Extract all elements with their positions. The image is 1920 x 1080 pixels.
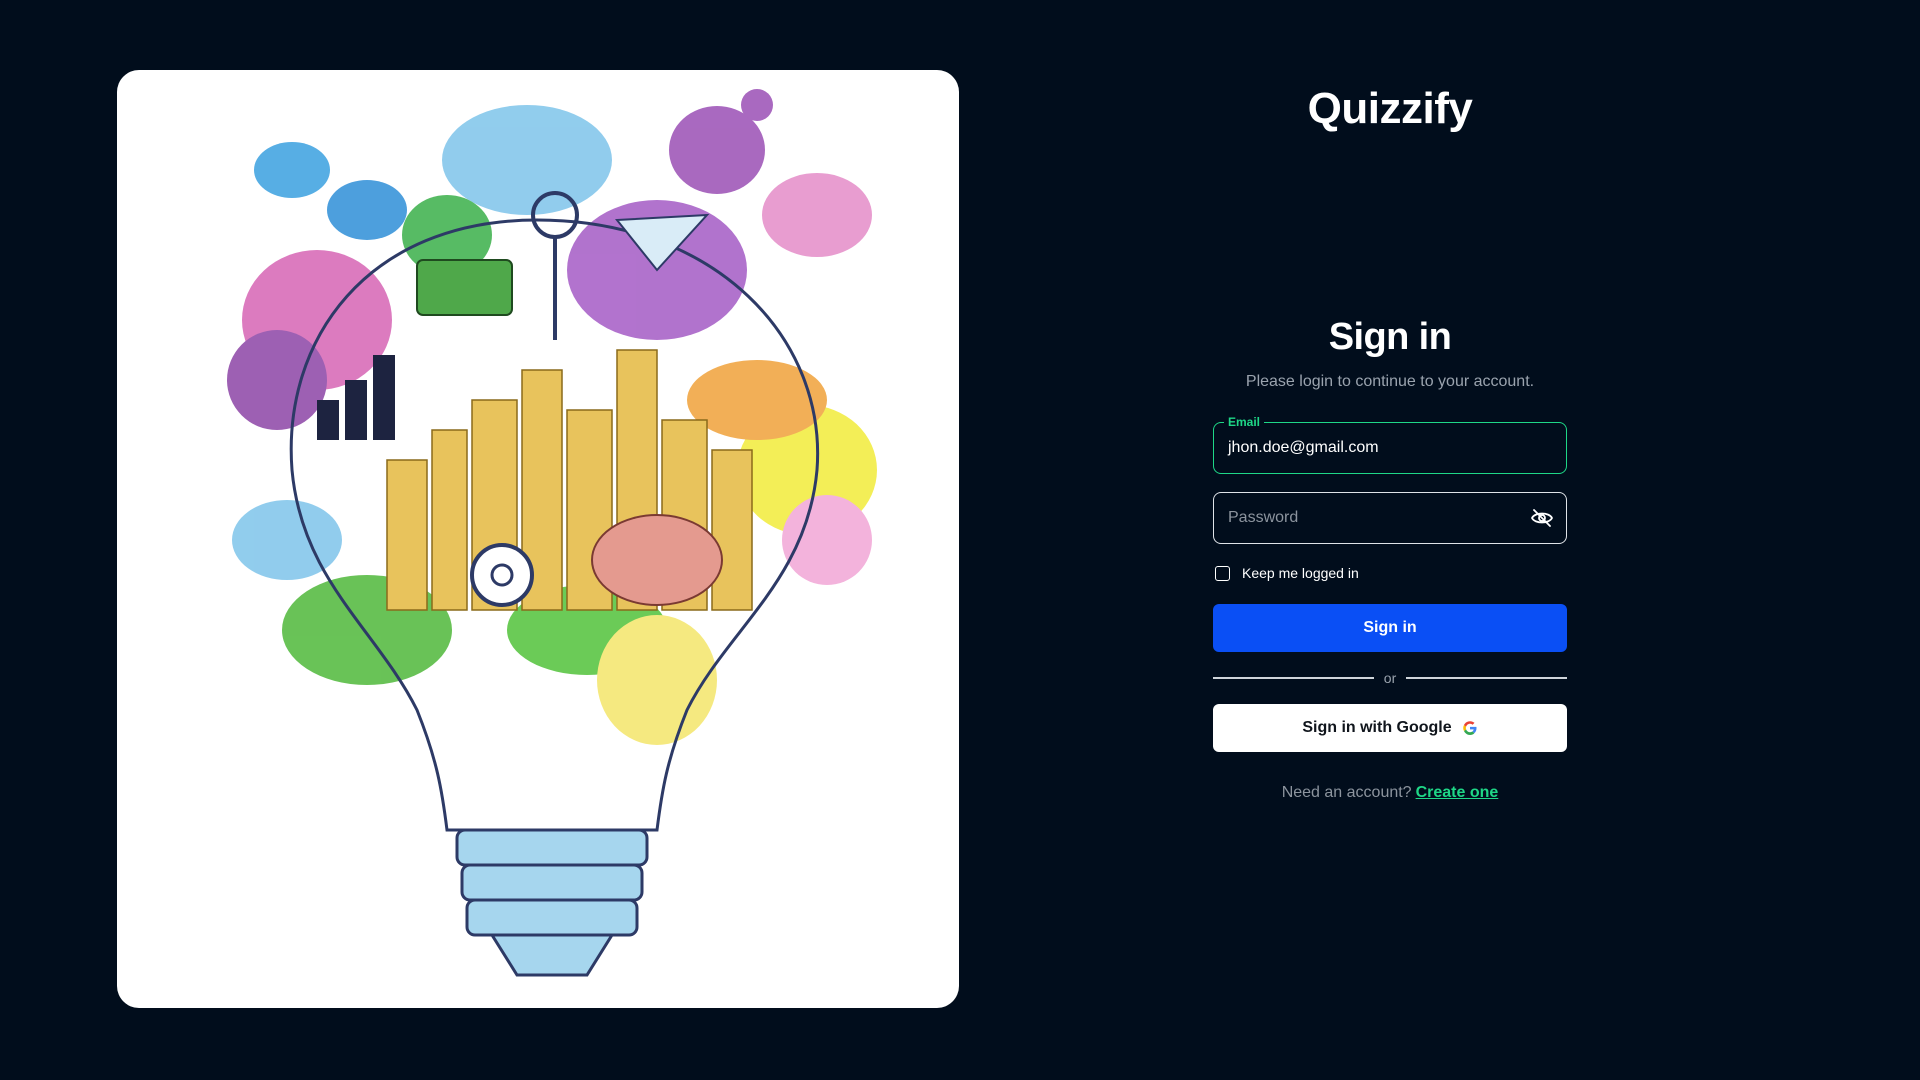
password-field[interactable]: Password: [1213, 492, 1567, 544]
divider-line-left: [1213, 677, 1374, 679]
or-divider: or: [1213, 670, 1568, 686]
google-sign-in-button[interactable]: Sign in with Google: [1213, 704, 1567, 752]
splash-pink-3: [782, 495, 872, 585]
bulb-base: [455, 828, 649, 977]
money-sketch: [416, 259, 513, 316]
lightbulb-illustration: [227, 89, 877, 977]
splash-yellow-2: [597, 615, 717, 745]
create-account-link[interactable]: Create one: [1416, 784, 1499, 801]
create-account-text: Need an account?: [1281, 784, 1412, 801]
splash-pink-1: [762, 173, 872, 257]
sign-in-form: Sign in Please login to continue to your…: [1213, 312, 1568, 802]
page-title: Sign in: [1328, 316, 1452, 358]
eye-off-icon[interactable]: [1530, 506, 1554, 530]
divider-line-right: [1406, 677, 1568, 679]
splash-purple-2: [741, 89, 773, 121]
create-account-prompt: Need an account? Create one: [1213, 784, 1567, 802]
splash-orange: [687, 360, 827, 440]
splash-blue-1: [254, 142, 330, 198]
splash-purple-3: [227, 330, 327, 430]
sign-in-button[interactable]: Sign in: [1213, 604, 1567, 652]
password-input[interactable]: Password: [1228, 493, 1298, 542]
splash-light-blue-2: [232, 500, 342, 580]
page-subtitle: Please login to continue to your account…: [1245, 373, 1535, 390]
google-icon: [1462, 721, 1477, 735]
divider-text: or: [1383, 670, 1397, 686]
brain-sketch: [591, 514, 723, 606]
sign-in-page: Quizzify Sign in Please login to continu…: [0, 0, 1920, 1080]
keep-logged-in-checkbox[interactable]: [1215, 565, 1230, 581]
hero-illustration: [117, 70, 959, 1008]
brand-logo: Quizzify: [1307, 84, 1473, 133]
splash-blue-2: [327, 180, 407, 240]
keep-logged-in[interactable]: Keep me logged in: [1213, 562, 1567, 584]
email-input[interactable]: jhon.doe@gmail.com: [1228, 423, 1379, 472]
email-field[interactable]: Email jhon.doe@gmail.com: [1213, 414, 1567, 474]
google-sign-in-label: Sign in with Google: [1302, 719, 1452, 736]
keep-logged-in-label[interactable]: Keep me logged in: [1242, 565, 1359, 581]
splash-light-blue: [442, 105, 612, 215]
